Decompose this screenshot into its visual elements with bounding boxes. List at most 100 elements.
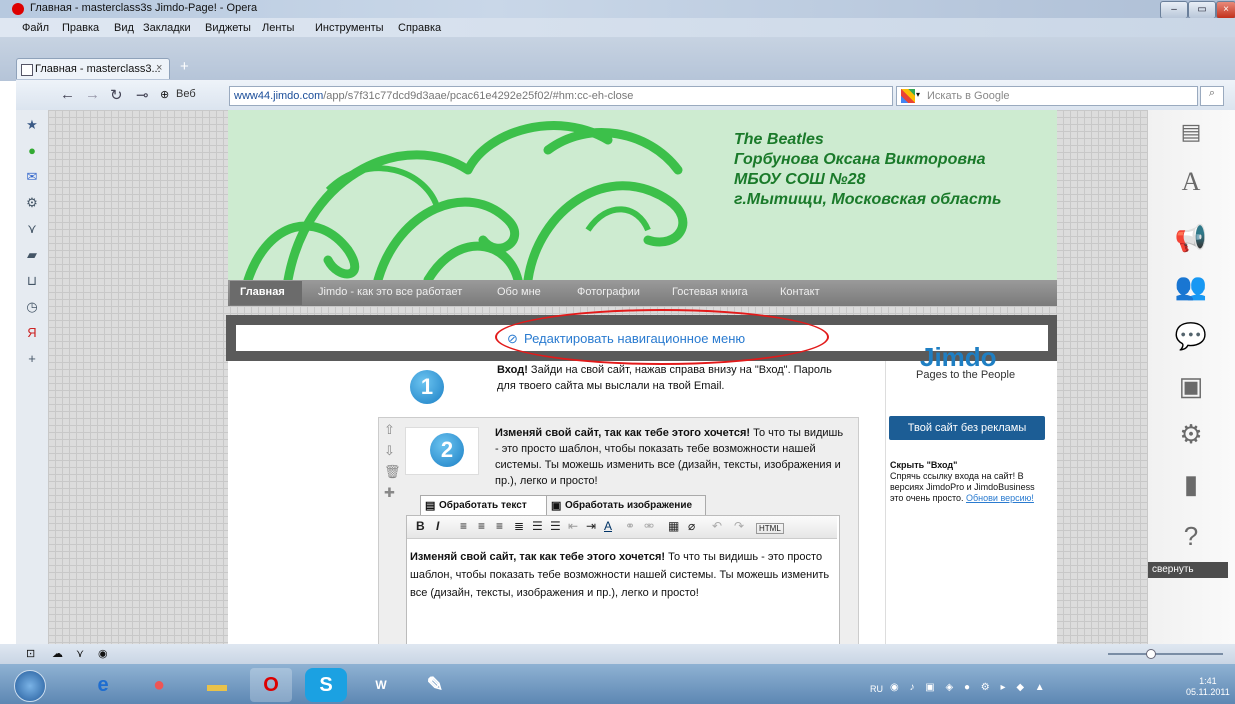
notes-icon[interactable]: ▰ [23,246,41,264]
key-icon[interactable]: ⊸ [136,86,149,104]
menu-help[interactable]: Справка [398,22,441,34]
ie-icon[interactable]: e [82,668,124,702]
users-icon[interactable]: 👥 [1168,268,1214,304]
style-icon[interactable]: A [1168,164,1214,200]
nav-item-about[interactable]: Обо мне [497,286,541,298]
settings-icon[interactable]: ⚙ [23,194,41,212]
bullet-list-icon[interactable]: ☰ [532,519,543,533]
align-left-icon[interactable]: ≡ [460,519,467,533]
add-panel-icon[interactable]: + [23,350,41,368]
menu-feeds[interactable]: Ленты [262,22,294,34]
redo-icon[interactable]: ↷ [734,519,744,533]
menu-bookmarks[interactable]: Закладки [143,22,191,34]
comments-icon[interactable]: 💬 [1168,318,1214,354]
header-line: The Beatles [734,131,824,148]
windows-taskbar [0,664,1235,704]
search-icon[interactable]: ⌕ [1200,86,1224,106]
start-button[interactable] [14,670,46,702]
tab-close-icon[interactable]: × [156,62,162,74]
tab-edit-text[interactable]: ▤ Обработать текст [420,495,562,517]
view-icon[interactable]: ◉ [98,647,108,660]
panel-toggle-icon[interactable]: ⊡ [26,647,35,660]
link-icon[interactable]: ⚭ [625,519,635,533]
widgets-icon[interactable]: ● [23,142,41,160]
nav-item-jimdo[interactable]: Jimdo - как это все работает [318,286,462,298]
nav-item-guestbook[interactable]: Гостевая книга [672,286,748,298]
share-icon[interactable]: ⋎ [76,647,84,660]
cloud-icon[interactable]: ☁ [52,647,63,660]
zoom-slider-handle[interactable] [1146,649,1156,659]
opera-taskbar-icon[interactable]: O [250,668,292,702]
clock[interactable]: 1:41 05.11.2011 [1186,676,1230,698]
nav-item-home[interactable]: Главная [240,286,285,298]
explorer-icon[interactable]: ▬ [196,668,238,702]
tab-label: Главная - masterclass3... [35,63,161,75]
indent-icon[interactable]: ⇥ [586,519,596,533]
back-icon[interactable]: ← [60,86,75,103]
outdent-icon[interactable]: ⇤ [568,519,578,533]
zoom-slider[interactable] [1108,653,1223,655]
skype-icon[interactable]: S [305,668,347,702]
align-center-icon[interactable]: ≡ [478,519,485,533]
italic-icon[interactable]: I [436,519,439,533]
statistics-icon[interactable]: ▮ [1168,466,1214,502]
align-right-icon[interactable]: ≡ [496,519,503,533]
ad-free-button[interactable]: Твой сайт без рекламы [889,416,1045,440]
menu-file[interactable]: Файл [22,22,49,34]
unlink-icon[interactable]: ⚮ [644,519,654,533]
hide-login-info: Скрыть "Вход" Спрячь ссылку входа на сай… [890,460,1048,504]
editor-content[interactable]: Изменяй свой сайт, так как тебе этого хо… [410,548,834,602]
close-window-button[interactable]: × [1216,1,1235,19]
tab-edit-image[interactable]: ▣ Обработать изображение [546,495,706,517]
search-field[interactable]: ▾ Искать в Google [896,86,1198,106]
html-icon[interactable]: HTML [756,523,784,534]
collapse-button[interactable]: свернуть [1148,562,1228,578]
menu-edit[interactable]: Правка [62,22,99,34]
move-up-icon[interactable]: ⇧ [384,422,395,438]
move-down-icon[interactable]: ⇩ [384,443,395,459]
web-label: Веб [176,88,196,100]
store-icon[interactable]: ▣ [1168,368,1214,404]
opera-logo-icon [12,3,24,15]
paint-icon[interactable]: ✎ [414,668,456,702]
history-icon[interactable]: ◷ [23,298,41,316]
yandex-icon[interactable]: Я [23,324,41,342]
page-icon [21,64,33,76]
new-tab-icon[interactable]: + [180,58,189,75]
paste-icon[interactable]: ▦ [668,519,679,533]
delete-icon[interactable]: 🗑 [384,464,401,480]
nav-item-photos[interactable]: Фотографии [577,286,640,298]
help-icon[interactable]: ? [1168,518,1214,554]
mail-icon[interactable]: ✉ [23,168,41,186]
eraser-icon[interactable]: ⌀ [688,519,695,533]
chevron-down-icon[interactable]: ▾ [916,90,920,99]
minimize-button[interactable]: – [1160,1,1188,19]
header-line: г.Мытищи, Московская область [734,191,1002,208]
numbered-list-icon[interactable]: ☰ [550,519,561,533]
word-icon[interactable]: W [360,668,402,702]
address-bar[interactable]: www44.jimdo.com/app/s7f31c77dcd9d3aae/pc… [229,86,893,106]
feeds-icon[interactable]: ⋎ [23,220,41,238]
transfers-icon[interactable]: ⊔ [23,272,41,290]
bold-icon[interactable]: B [416,519,425,533]
tab-main[interactable]: Главная - masterclass3... × [16,58,170,79]
nav-item-contact[interactable]: Контакт [780,286,820,298]
bookmarks-icon[interactable]: ★ [23,116,41,134]
font-color-icon[interactable]: A [604,519,612,533]
tray-icons[interactable]: ◉ ♪ ▣ ◈ ● ⚙ ▸ ◆ ▲ [890,682,1049,693]
layout-icon[interactable]: ▤ [1168,114,1214,150]
maximize-button[interactable]: ▭ [1188,1,1216,19]
align-justify-icon[interactable]: ≣ [514,519,524,533]
forward-icon[interactable]: → [85,86,100,103]
megaphone-icon[interactable]: 📢 [1168,220,1214,256]
firefox-icon[interactable]: ● [138,668,180,702]
reload-icon[interactable]: ↻ [110,86,123,104]
upgrade-link[interactable]: Обнови версию! [966,493,1034,503]
gear-icon[interactable]: ⚙ [1168,416,1214,452]
menu-view[interactable]: Вид [114,22,134,34]
language-indicator[interactable]: RU [870,684,883,694]
menu-tools[interactable]: Инструменты [315,22,384,34]
menu-widgets[interactable]: Виджеты [205,22,251,34]
add-element-icon[interactable]: ✚ [384,485,395,501]
undo-icon[interactable]: ↶ [712,519,722,533]
